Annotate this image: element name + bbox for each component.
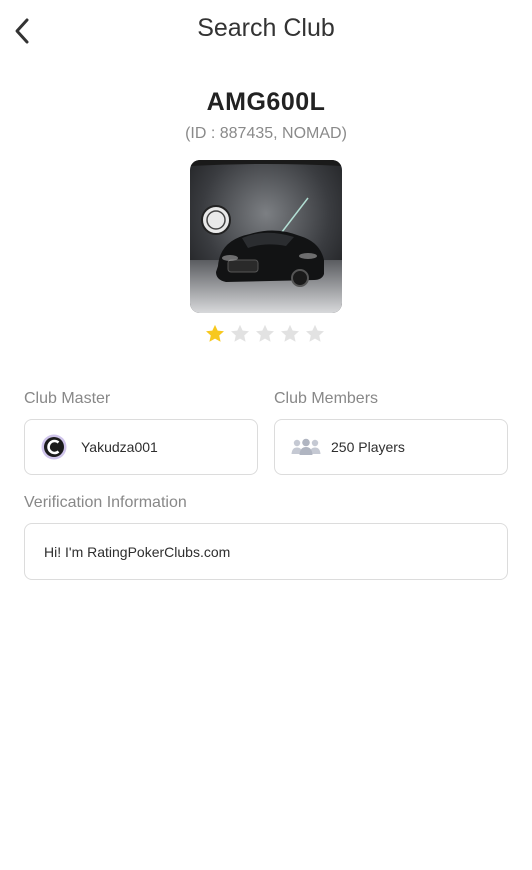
club-members-field: 250 Players	[274, 419, 508, 475]
club-members-value: 250 Players	[331, 439, 405, 455]
star-icon	[202, 320, 227, 348]
club-master-field: Yakudza001	[24, 419, 258, 475]
star-icon	[302, 320, 327, 348]
star-icon	[227, 320, 252, 348]
club-master-value: Yakudza001	[81, 439, 158, 455]
star-icon	[277, 320, 302, 348]
verification-label: Verification Information	[24, 494, 187, 511]
verification-field: Hi! I'm RatingPokerClubs.com	[24, 523, 508, 580]
club-members-label: Club Members	[274, 390, 379, 407]
page-title: Search Club	[197, 14, 335, 42]
club-master-label: Club Master	[24, 390, 111, 407]
verification-value: Hi! I'm RatingPokerClubs.com	[44, 543, 231, 560]
header: Search Club	[0, 0, 532, 62]
avatar-icon	[41, 434, 67, 460]
people-icon	[291, 438, 321, 455]
club-id: (ID : 887435, NOMAD)	[185, 125, 347, 142]
star-icon	[252, 320, 277, 348]
club-image	[190, 160, 342, 313]
club-name: AMG600L	[206, 88, 326, 116]
rating-stars	[202, 320, 327, 348]
